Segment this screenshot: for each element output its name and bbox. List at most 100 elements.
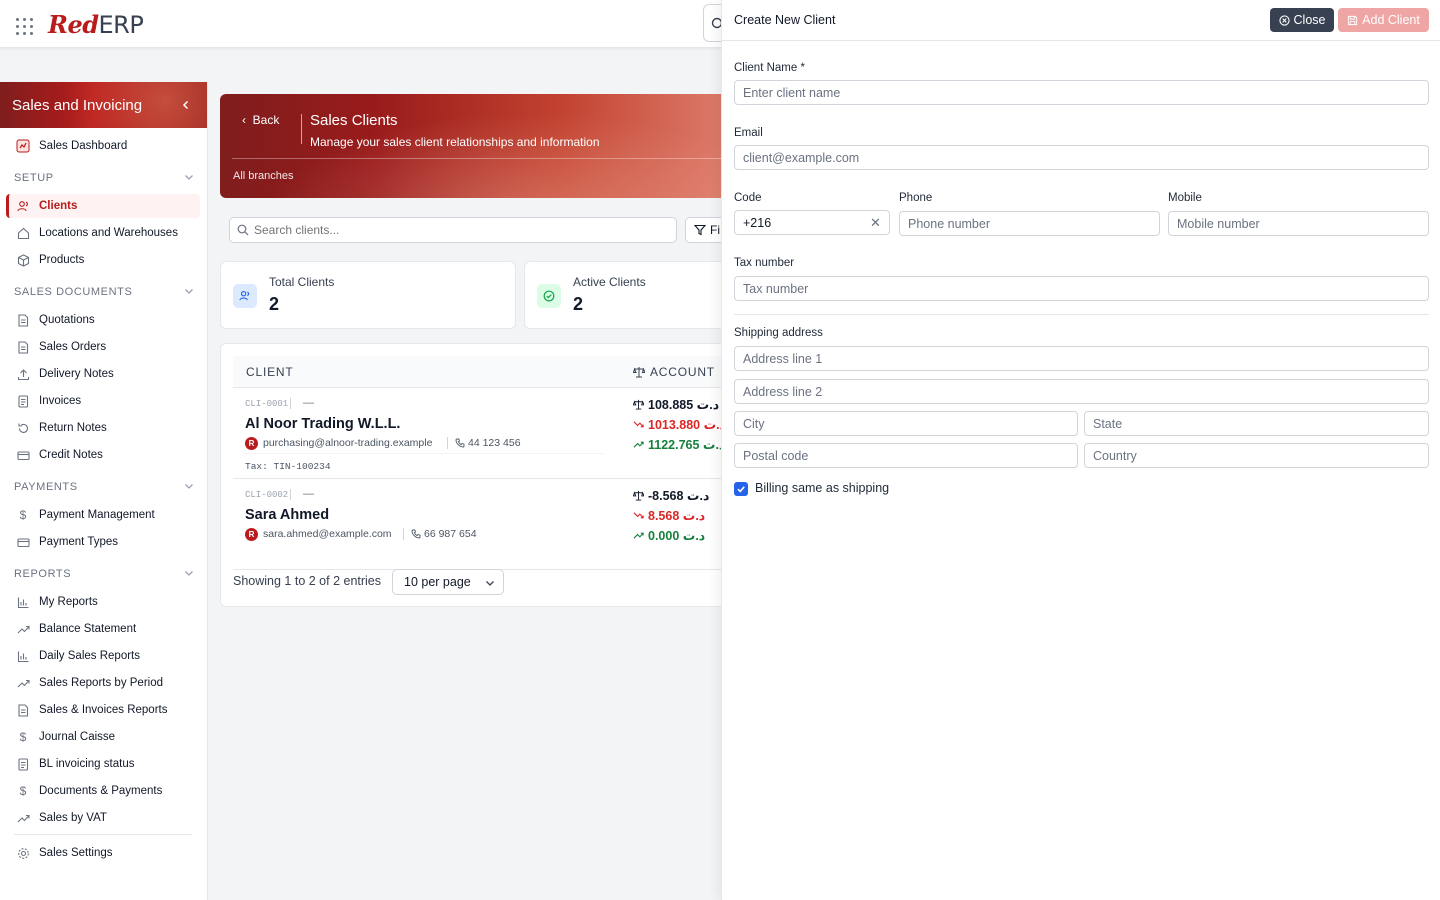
table-row[interactable]: CLI-0002 — Sara Ahmed R sara.ahmed@examp… [233,480,741,570]
address-line-1-input[interactable] [734,346,1429,371]
per-page-select[interactable]: 10 per page [392,569,504,595]
logo[interactable]: RedERP [48,10,144,40]
account-credit: 1122.765 د.ت [633,437,725,452]
client-tax: Tax: TIN-100234 [245,461,331,472]
dollar-icon: $ [19,508,27,522]
client-name[interactable]: Al Noor Trading W.L.L. [245,416,400,432]
sidebar-item-label: Sales Settings [39,847,113,859]
sidebar-item-journal-caisse[interactable]: $ Journal Caisse [6,725,200,749]
divider [290,398,291,409]
address-line-2-input[interactable] [734,379,1429,404]
mobile-label: Mobile [1168,192,1202,204]
tax-number-input[interactable] [734,276,1429,301]
sidebar-item-bl-invoicing-status[interactable]: BL invoicing status [6,752,200,776]
sidebar-item-balance-statement[interactable]: Balance Statement [6,617,200,641]
sidebar-item-quotations[interactable]: Quotations [6,308,200,332]
country-code-input[interactable] [734,210,890,235]
page-subtitle: Manage your sales client relationships a… [310,135,600,149]
city-input[interactable] [734,411,1078,436]
clear-icon[interactable]: ✕ [870,215,881,231]
gear-icon [16,846,30,860]
trending-up-icon [16,622,30,636]
sidebar-item-label: Locations and Warehouses [39,227,178,239]
check-circle-icon [537,284,561,308]
client-name[interactable]: Sara Ahmed [245,507,329,523]
table-row[interactable]: CLI-0001 — Al Noor Trading W.L.L. R purc… [233,389,741,479]
sidebar-item-payment-types[interactable]: Payment Types [6,530,200,554]
sidebar-item-label: Return Notes [39,422,107,434]
collapse-sidebar-icon[interactable] [181,97,191,113]
sidebar-item-delivery-notes[interactable]: Delivery Notes [6,362,200,386]
column-header-account[interactable]: ACCOUNT [633,365,715,379]
sidebar-item-label: Payment Management [39,509,155,521]
sidebar-item-daily-sales-reports[interactable]: Daily Sales Reports [6,644,200,668]
billing-same-label[interactable]: Billing same as shipping [755,481,889,495]
avatar: R [245,437,258,450]
mobile-input[interactable] [1168,211,1429,236]
sidebar-item-sales-by-vat[interactable]: Sales by VAT [6,806,200,830]
sidebar-item-label: Balance Statement [39,623,137,635]
postal-code-input[interactable] [734,443,1078,468]
check-icon [737,486,745,493]
country-input[interactable] [1084,443,1429,468]
section-setup[interactable]: SETUP [14,172,194,185]
section-reports[interactable]: REPORTS [14,568,194,581]
email-field[interactable] [734,145,1429,170]
bar-chart-icon [16,595,30,609]
app-grid-icon[interactable] [16,18,34,36]
sidebar-item-sales-dashboard[interactable]: Sales Dashboard [6,134,200,158]
sidebar-item-my-reports[interactable]: My Reports [6,590,200,614]
document-icon [16,340,30,354]
section-payments[interactable]: PAYMENTS [14,481,194,494]
state-input[interactable] [1084,411,1429,436]
sidebar-item-products[interactable]: Products [6,248,200,272]
sidebar-item-payment-management[interactable]: $ Payment Management [6,503,200,527]
sidebar-item-sales-reports-by-period[interactable]: Sales Reports by Period [6,671,200,695]
billing-same-checkbox[interactable] [734,482,748,496]
sidebar-item-return-notes[interactable]: Return Notes [6,416,200,440]
panel-title: Create New Client [734,13,836,27]
phone-label: Phone [899,192,933,204]
panel-header: Create New Client Close Add Client [722,0,1440,41]
section-sales-documents[interactable]: SALES DOCUMENTS [14,286,194,299]
close-button[interactable]: Close [1270,8,1334,32]
sidebar-item-clients[interactable]: Clients [6,194,200,218]
sidebar-item-credit-notes[interactable]: Credit Notes [6,443,200,467]
sidebar-item-label: Credit Notes [39,449,103,461]
sidebar-item-label: Documents & Payments [39,785,163,797]
sidebar-item-label: BL invoicing status [39,758,135,770]
sidebar-item-sales-orders[interactable]: Sales Orders [6,335,200,359]
branch-selector[interactable]: All branches [233,170,294,182]
sidebar-item-sales-settings[interactable]: Sales Settings [6,841,200,865]
close-circle-icon [1278,14,1290,26]
users-icon [233,284,257,308]
sidebar-item-sales-invoices-reports[interactable]: Sales & Invoices Reports [6,698,200,722]
sidebar-item-documents-payments[interactable]: $ Documents & Payments [6,779,200,803]
sidebar-item-invoices[interactable]: Invoices [6,389,200,413]
column-header-client[interactable]: CLIENT [246,365,293,379]
sidebar-item-label: Products [39,254,85,266]
sidebar-item-label: Journal Caisse [39,731,116,743]
stat-card-total-clients: Total Clients 2 [220,261,516,329]
credit-card-icon [16,448,30,462]
sidebar-item-label: Delivery Notes [39,368,114,380]
scale-icon [633,399,644,410]
trending-up-icon [633,441,644,448]
row-divider [245,453,605,454]
tax-number-label: Tax number [734,257,795,269]
phone-input[interactable] [899,211,1160,236]
stat-card-active-clients: Active Clients 2 [524,261,740,329]
add-client-button[interactable]: Add Client [1338,8,1429,32]
sidebar-item-locations[interactable]: Locations and Warehouses [6,221,200,245]
scale-icon [633,490,644,501]
back-button[interactable]: ‹ Back [242,113,279,127]
divider [290,489,291,500]
search-input[interactable] [254,221,664,239]
code-label: Code [734,192,762,204]
search-box[interactable] [229,217,677,243]
scale-icon [633,367,645,378]
account-debit: 1013.880 د.ت [633,417,726,432]
stat-label: Total Clients [269,275,335,289]
client-name-input[interactable] [734,80,1429,105]
dollar-icon: $ [19,784,27,798]
